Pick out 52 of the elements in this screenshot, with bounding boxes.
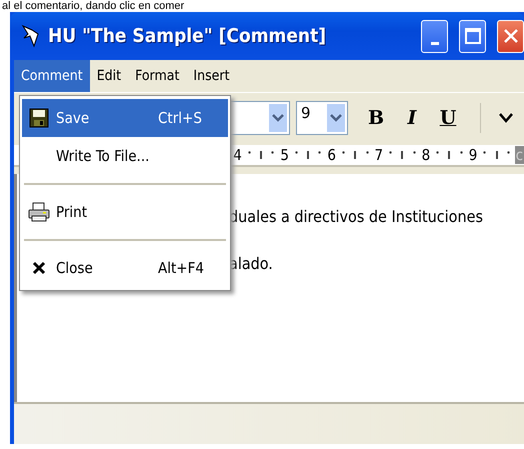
document-text: duales a directivos de Instituciones: [229, 207, 484, 227]
ruler-tick: [248, 151, 251, 154]
window-title: HU "The Sample" [Comment]: [48, 25, 328, 47]
italic-button[interactable]: I: [398, 102, 426, 132]
ruler-tick: [260, 151, 262, 159]
ruler-number: 7: [374, 146, 384, 164]
maximize-button[interactable]: [459, 20, 486, 52]
underline-button[interactable]: U: [434, 102, 462, 132]
maximize-icon: [464, 27, 482, 45]
ruler-tick: [366, 151, 369, 154]
menu-item[interactable]: Close Alt+F4: [22, 249, 228, 287]
menu-item[interactable]: Save Ctrl+S: [22, 99, 228, 137]
bold-button[interactable]: B: [362, 102, 390, 132]
chevron-down-icon[interactable]: [499, 112, 513, 122]
ruler-tick: [294, 151, 298, 154]
menu-item[interactable]: Comment: [14, 60, 90, 92]
ruler-tick: [271, 151, 274, 154]
ruler-tick: [448, 151, 450, 159]
ruler-tick: [483, 151, 486, 154]
menu-item[interactable]: Format: [128, 60, 186, 92]
close-icon: [32, 261, 46, 275]
menu-item[interactable]: Insert: [186, 60, 237, 92]
ruler-tick: [496, 151, 498, 159]
minimize-icon: [430, 42, 438, 44]
ruler-tick: [506, 151, 510, 154]
printer-icon: [28, 202, 50, 222]
menu-item[interactable]: Print: [22, 193, 228, 231]
menu-item[interactable]: Edit: [90, 60, 128, 92]
close-icon: [502, 27, 520, 45]
ruler-tick: [460, 151, 463, 154]
menu-item[interactable]: Write To File...: [22, 137, 228, 175]
ruler-tick: [354, 151, 356, 159]
ruler-number: 6: [326, 146, 338, 164]
minimize-button[interactable]: [421, 20, 448, 52]
ruler-number: 4: [232, 146, 243, 164]
caret-icon: [272, 114, 284, 122]
ruler-tick: [307, 151, 310, 159]
ruler-tick: [412, 151, 416, 154]
close-button[interactable]: [497, 20, 524, 52]
document-text: al el comentario, dando clic en comer: [2, 0, 184, 12]
document-text: alado.: [229, 254, 274, 274]
ruler-tick: [436, 151, 440, 154]
ruler-unit: c: [514, 146, 524, 164]
ruler-tick: [342, 151, 345, 154]
ruler-tick: [389, 151, 392, 154]
ruler-number: 8: [420, 146, 432, 164]
ruler-number: 9: [468, 146, 478, 164]
ruler-tick: [318, 151, 322, 154]
ruler-number: 5: [279, 146, 290, 164]
caret-icon: [330, 114, 342, 122]
ruler-tick: [401, 151, 404, 159]
font-size-dropdown[interactable]: 9: [296, 100, 348, 134]
